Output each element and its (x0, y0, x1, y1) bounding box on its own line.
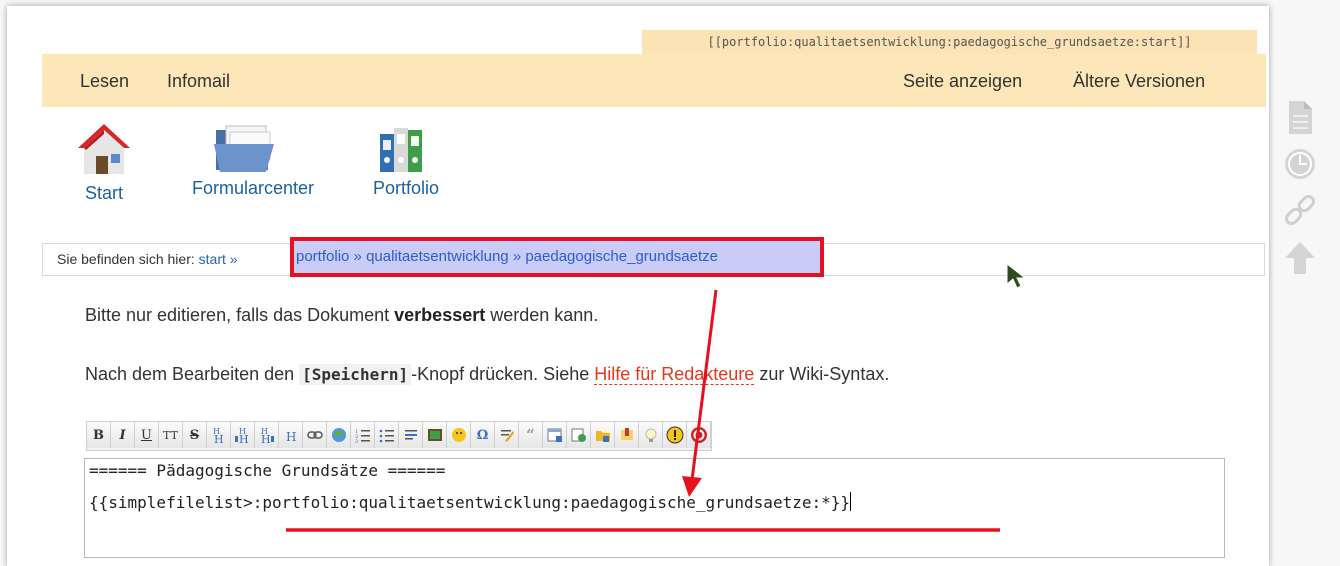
annotation-overlay (286, 289, 1000, 532)
old-revisions-icon[interactable] (1282, 146, 1318, 182)
back-to-top-icon[interactable] (1282, 240, 1318, 276)
annotation-arrow-line (690, 289, 718, 481)
annotation-arrowhead (682, 476, 702, 497)
backlinks-icon[interactable] (1282, 192, 1318, 228)
show-page-icon[interactable] (1282, 100, 1318, 136)
